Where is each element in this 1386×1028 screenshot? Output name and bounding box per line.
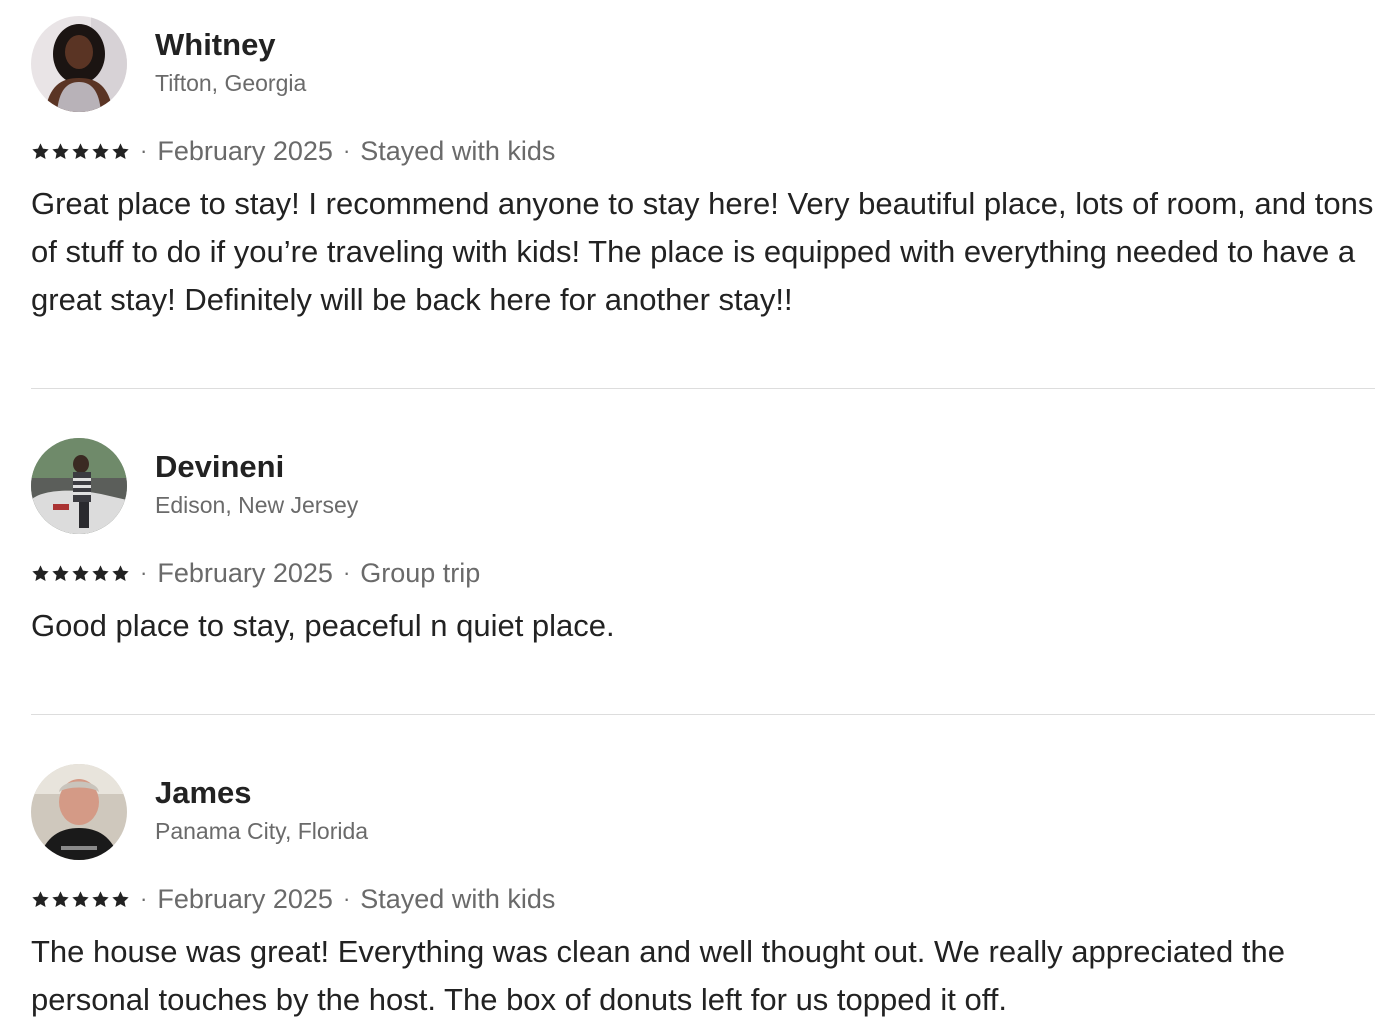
reviewer-name[interactable]: Whitney xyxy=(155,26,306,64)
star-rating xyxy=(31,564,130,583)
separator-dot: · xyxy=(140,560,148,585)
star-icon xyxy=(92,564,109,581)
trip-type: Stayed with kids xyxy=(360,883,556,914)
review-date: February 2025 xyxy=(157,135,333,166)
reviewer-name[interactable]: James xyxy=(155,774,368,812)
star-icon xyxy=(32,890,49,907)
reviewer-location: Panama City, Florida xyxy=(155,818,369,844)
trip-type: Stayed with kids xyxy=(360,135,556,166)
review-text: The house was great! Everything was clea… xyxy=(31,934,1285,1017)
reviewer-location: Edison, New Jersey xyxy=(155,492,359,518)
reviews-list: Whitney Tifton, Georgia · February 2025 … xyxy=(0,0,1386,1028)
star-icon xyxy=(52,890,69,907)
review-date: February 2025 xyxy=(157,557,333,588)
review-card: Whitney Tifton, Georgia · February 2025 … xyxy=(31,16,1375,324)
separator-dot: · xyxy=(342,138,351,163)
star-rating xyxy=(31,142,130,161)
star-icon xyxy=(112,142,129,159)
review-meta: · February 2025 · Stayed with kids xyxy=(31,134,1375,168)
star-icon xyxy=(112,564,129,581)
separator-dot: · xyxy=(140,138,148,163)
trip-type: Group trip xyxy=(360,557,481,588)
avatar[interactable] xyxy=(31,764,127,860)
review-meta: · February 2025 · Stayed with kids xyxy=(31,882,1375,916)
star-icon xyxy=(52,564,69,581)
star-icon xyxy=(72,142,89,159)
star-icon xyxy=(52,142,69,159)
star-icon xyxy=(32,564,49,581)
star-icon xyxy=(92,890,109,907)
avatar[interactable] xyxy=(31,438,127,534)
avatar[interactable] xyxy=(31,16,127,112)
review-date: February 2025 xyxy=(157,883,333,914)
reviewer-header: Whitney Tifton, Georgia xyxy=(31,16,1375,112)
star-rating xyxy=(31,890,130,909)
review-text: Good place to stay, peaceful n quiet pla… xyxy=(31,608,615,643)
divider xyxy=(31,714,1375,715)
star-icon xyxy=(72,564,89,581)
review-meta: · February 2025 · Group trip xyxy=(31,556,1375,590)
reviewer-info: Devineni Edison, New Jersey xyxy=(155,448,358,520)
star-icon xyxy=(72,890,89,907)
reviewer-header: James Panama City, Florida xyxy=(31,764,1375,860)
divider xyxy=(31,388,1375,389)
separator-dot: · xyxy=(342,560,351,585)
star-icon xyxy=(92,142,109,159)
reviewer-info: James Panama City, Florida xyxy=(155,774,368,846)
review-card: James Panama City, Florida · February 20… xyxy=(31,764,1375,1024)
separator-dot: · xyxy=(342,886,351,911)
star-icon xyxy=(112,890,129,907)
review-card: Devineni Edison, New Jersey · February 2… xyxy=(31,438,1375,650)
separator-dot: · xyxy=(140,886,148,911)
reviewer-name[interactable]: Devineni xyxy=(155,448,358,486)
star-icon xyxy=(32,142,49,159)
reviewer-location: Tifton, Georgia xyxy=(155,70,307,96)
reviewer-info: Whitney Tifton, Georgia xyxy=(155,26,306,98)
review-text: Great place to stay! I recommend anyone … xyxy=(31,186,1374,317)
reviewer-header: Devineni Edison, New Jersey xyxy=(31,438,1375,534)
